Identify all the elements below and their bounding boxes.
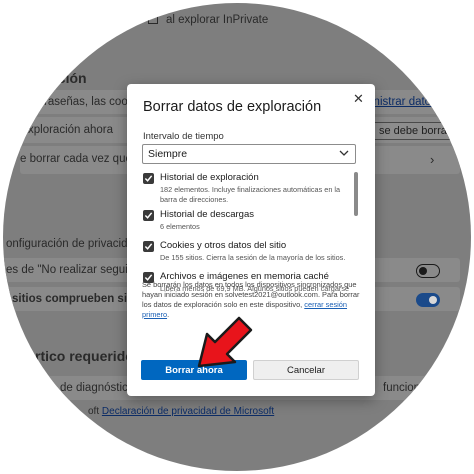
scrollbar-thumb[interactable] xyxy=(354,172,358,216)
manage-data-link[interactable]: inistrar datos xyxy=(371,96,437,108)
privacy-statement-link[interactable]: Declaración de privacidad de Microsoft xyxy=(102,406,274,417)
item-description: De 155 sitios. Cierra la sesión de la ma… xyxy=(160,253,346,262)
time-range-value: Siempre xyxy=(148,148,188,160)
privacy-prefix: oft xyxy=(88,406,100,417)
dnt-toggle[interactable] xyxy=(416,264,440,278)
privacy-statement-line: oft Declaración de privacidad de Microso… xyxy=(88,406,274,417)
chevron-down-icon xyxy=(339,150,349,156)
row-clear-now-text: xploración ahora xyxy=(28,124,114,136)
cancel-button[interactable]: Cancelar xyxy=(253,360,359,380)
item-title: Historial de descargas xyxy=(160,209,254,220)
checkbox-checked-icon[interactable] xyxy=(143,241,154,252)
choose-what-to-clear-button[interactable]: se debe borrar xyxy=(372,122,458,140)
diagnostic-right-text: funcionar xyxy=(383,382,431,394)
close-icon[interactable]: ✕ xyxy=(353,91,364,107)
sync-note: Se borrarán los datos en todos los dispo… xyxy=(142,280,360,320)
checkbox-icon xyxy=(148,14,158,24)
item-title: Cookies y otros datos del sitio xyxy=(160,240,287,251)
chevron-right-icon[interactable]: › xyxy=(430,152,434,167)
toggle-knob xyxy=(429,296,437,304)
sync-note-end: . xyxy=(167,310,170,319)
required-diagnostic-heading: rtico requeridos xyxy=(35,348,142,364)
item-description: 182 elementos. Incluye finalizaciones au… xyxy=(160,185,341,204)
item-title: Historial de exploración xyxy=(160,172,259,183)
time-range-select[interactable]: Siempre xyxy=(142,144,356,164)
toggle-knob xyxy=(419,267,427,275)
dialog-title: Borrar datos de exploración xyxy=(143,99,322,115)
inprivate-setting-text: al explorar InPrivate xyxy=(148,14,268,26)
time-range-label: Intervalo de tiempo xyxy=(143,131,224,142)
section-heading: ación xyxy=(50,70,87,86)
red-arrow-icon xyxy=(197,316,253,368)
row-passwords-text: ontraseñas, las cooki xyxy=(28,96,137,108)
checkbox-checked-icon[interactable] xyxy=(143,210,154,221)
checkbox-checked-icon[interactable] xyxy=(143,173,154,184)
item-description: 6 elementos xyxy=(160,222,200,231)
payment-toggle[interactable] xyxy=(416,293,440,307)
